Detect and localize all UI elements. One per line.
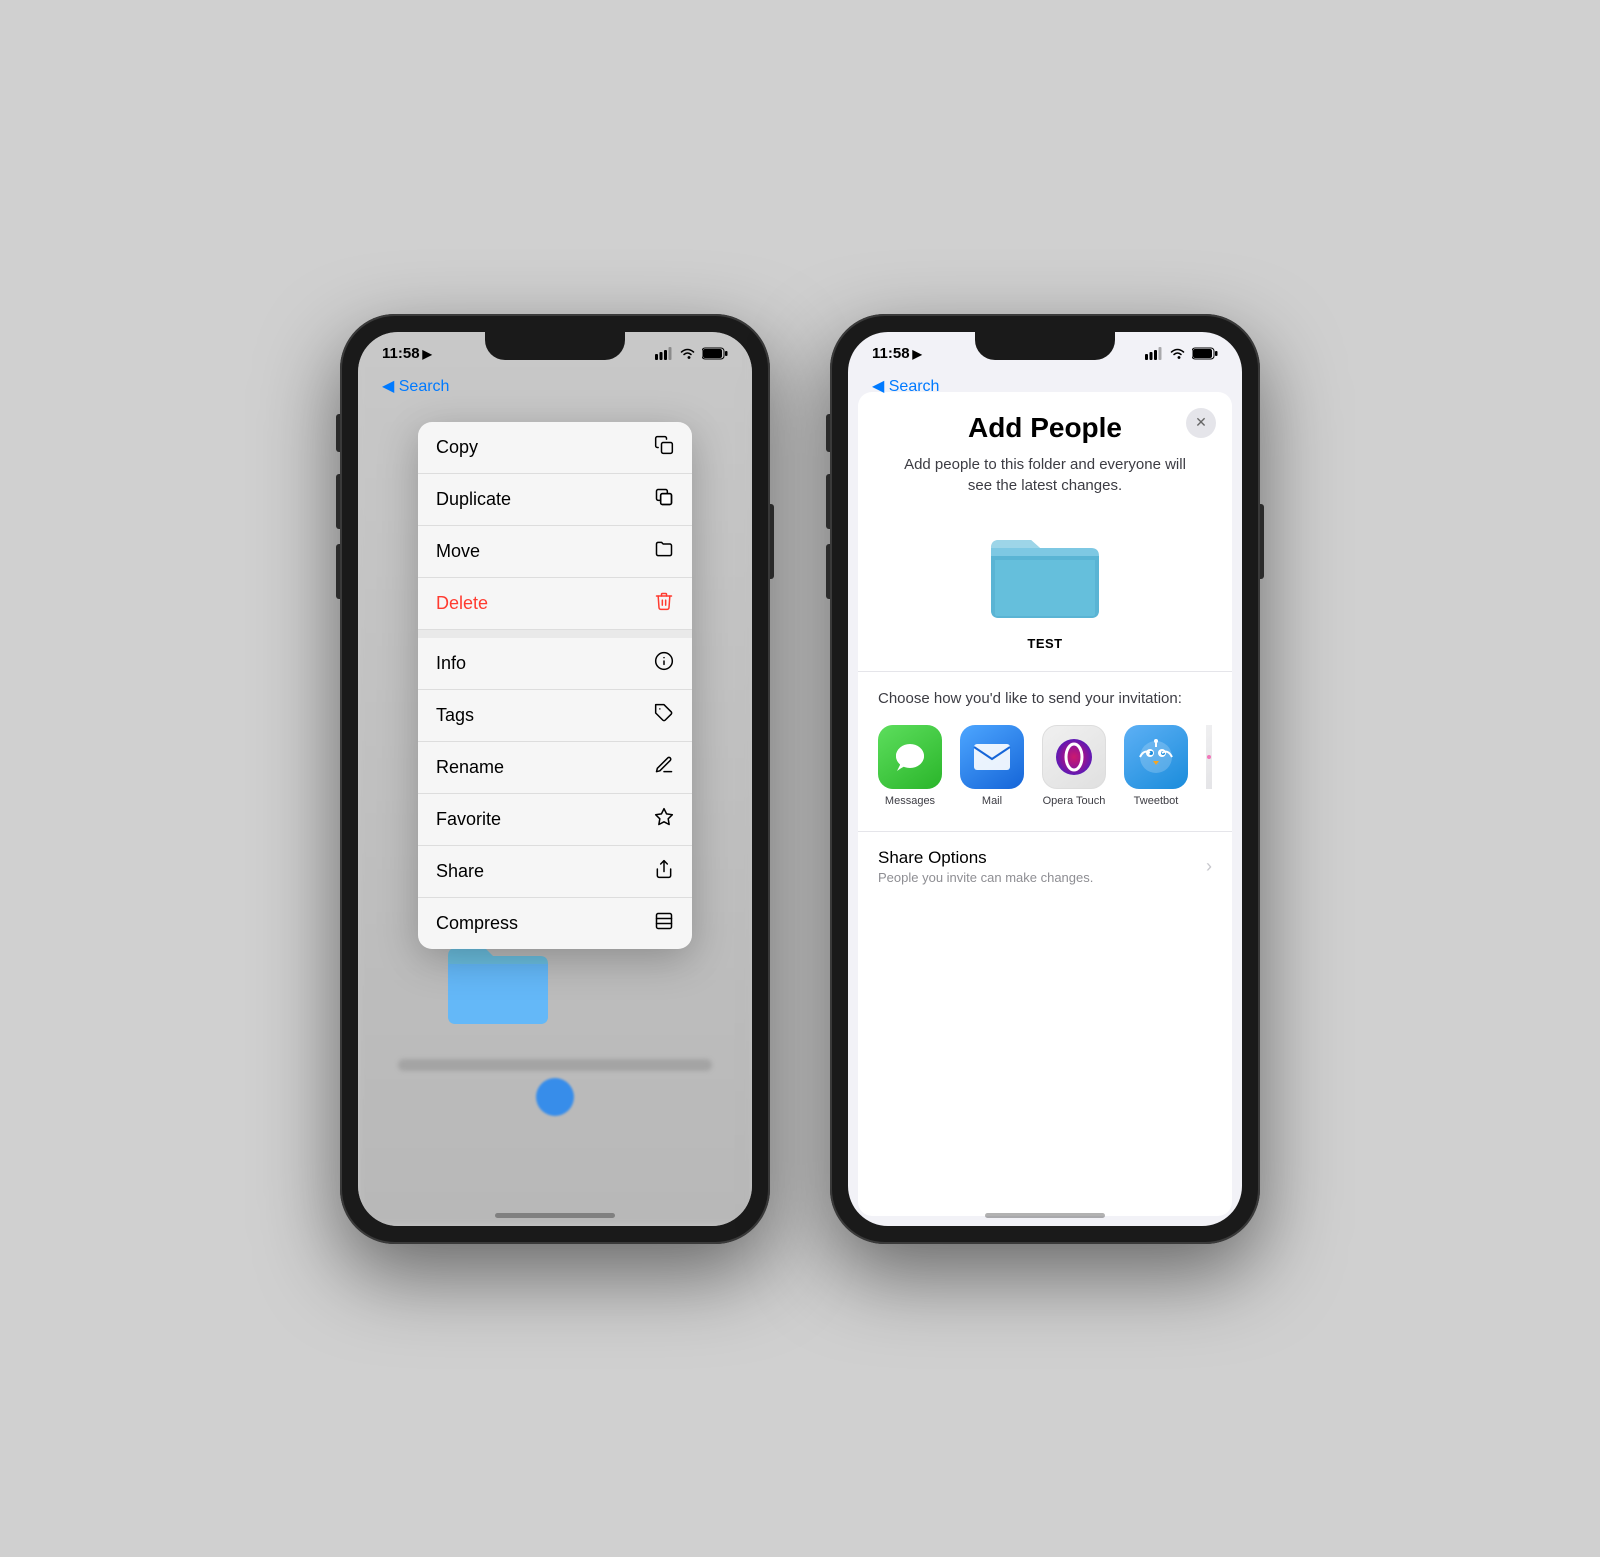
- chevron-right-icon: ›: [1206, 856, 1212, 877]
- share-options-row[interactable]: Share Options People you invite can make…: [858, 831, 1232, 901]
- favorite-icon: [654, 807, 674, 832]
- app-item-opera[interactable]: Opera Touch: [1042, 725, 1106, 807]
- messages-label: Messages: [885, 795, 935, 807]
- status-time-1: 11:58 ▶: [382, 345, 432, 362]
- background-folder: [443, 936, 553, 1031]
- messages-svg: [892, 739, 928, 775]
- menu-divider: [418, 630, 692, 638]
- menu-item-delete[interactable]: Delete: [418, 578, 692, 629]
- copy-icon: [654, 435, 674, 460]
- menu-item-compress[interactable]: Compress: [418, 898, 692, 949]
- home-indicator-2: [985, 1213, 1105, 1218]
- tweetbot-svg: [1134, 735, 1178, 779]
- volume-down-button[interactable]: [336, 544, 340, 599]
- wifi-icon-2: [1169, 347, 1186, 360]
- invite-label: Choose how you'd like to send your invit…: [878, 688, 1212, 709]
- sheet-subtitle: Add people to this folder and everyone w…: [878, 454, 1212, 496]
- location-icon-1: ▶: [423, 347, 432, 361]
- back-nav-1[interactable]: ◀ Search: [382, 376, 449, 396]
- volume-up-button-2[interactable]: [826, 474, 830, 529]
- volume-up-button[interactable]: [336, 474, 340, 529]
- sheet-title: Add People: [878, 412, 1212, 444]
- add-people-sheet: ✕ Add People Add people to this folder a…: [858, 392, 1232, 1216]
- share-icon: [654, 859, 674, 884]
- app-item-more[interactable]: [1206, 725, 1212, 789]
- home-indicator-1: [495, 1213, 615, 1218]
- app-item-mail[interactable]: Mail: [960, 725, 1024, 807]
- menu-item-duplicate[interactable]: Duplicate: [418, 474, 692, 526]
- status-time-2: 11:58 ▶: [872, 345, 922, 362]
- notch-2: [975, 332, 1115, 360]
- sheet-header: Add People Add people to this folder and…: [858, 392, 1232, 496]
- blurred-dot: [536, 1078, 574, 1116]
- battery-icon: [702, 347, 728, 360]
- folder-icon-bg: [443, 936, 553, 1026]
- battery-icon-2: [1192, 347, 1218, 360]
- folder-icon-large: [985, 526, 1105, 626]
- location-icon-2: ▶: [913, 347, 922, 361]
- tweetbot-label: Tweetbot: [1134, 795, 1179, 807]
- app-item-tweetbot[interactable]: Tweetbot: [1124, 725, 1188, 807]
- folder-display: TEST: [858, 516, 1232, 671]
- mail-label: Mail: [982, 795, 1002, 807]
- duplicate-icon: [654, 487, 674, 512]
- share-options-subtitle: People you invite can make changes.: [878, 870, 1093, 885]
- blurred-bar: [398, 1059, 712, 1071]
- menu-item-move[interactable]: Move: [418, 526, 692, 578]
- signal-icon-2: [1145, 347, 1163, 360]
- opera-icon: [1042, 725, 1106, 789]
- power-button[interactable]: [770, 504, 774, 579]
- phone-1: 11:58 ▶: [340, 314, 770, 1244]
- compress-icon: [654, 911, 674, 936]
- tweetbot-icon: [1124, 725, 1188, 789]
- phone-2-screen: 11:58 ▶: [848, 332, 1242, 1226]
- back-nav-2[interactable]: ◀ Search: [872, 376, 939, 396]
- invite-section: Choose how you'd like to send your invit…: [858, 672, 1232, 821]
- menu-section-1: Copy Duplicate: [418, 422, 692, 630]
- wifi-icon: [679, 347, 696, 360]
- power-button-2[interactable]: [1260, 504, 1264, 579]
- delete-icon: [654, 591, 674, 616]
- share-options-text: Share Options People you invite can make…: [878, 848, 1093, 885]
- menu-item-tags[interactable]: Tags: [418, 690, 692, 742]
- mail-svg: [973, 743, 1011, 771]
- opera-svg: [1052, 735, 1096, 779]
- menu-item-rename[interactable]: Rename: [418, 742, 692, 794]
- phone-2: 11:58 ▶: [830, 314, 1260, 1244]
- menu-item-favorite[interactable]: Favorite: [418, 794, 692, 846]
- notch: [485, 332, 625, 360]
- tags-icon: [654, 703, 674, 728]
- menu-item-share[interactable]: Share: [418, 846, 692, 898]
- opera-label: Opera Touch: [1043, 795, 1106, 807]
- folder-name: TEST: [1027, 636, 1062, 651]
- menu-item-copy[interactable]: Copy: [418, 422, 692, 474]
- move-icon: [654, 539, 674, 564]
- messages-icon: [878, 725, 942, 789]
- context-menu: Copy Duplicate: [418, 422, 692, 949]
- more-icon: [1206, 725, 1212, 789]
- phone-1-screen: 11:58 ▶: [358, 332, 752, 1226]
- app-item-messages[interactable]: Messages: [878, 725, 942, 807]
- app-row: Messages Mail: [878, 725, 1212, 811]
- more-svg: [1206, 745, 1212, 769]
- status-icons-1: [655, 347, 728, 360]
- info-icon: [654, 651, 674, 676]
- share-options-title: Share Options: [878, 848, 1093, 868]
- silent-button[interactable]: [336, 414, 340, 452]
- menu-item-info[interactable]: Info: [418, 638, 692, 690]
- status-icons-2: [1145, 347, 1218, 360]
- mail-icon: [960, 725, 1024, 789]
- signal-icon: [655, 347, 673, 360]
- rename-icon: [654, 755, 674, 780]
- menu-section-2: Info Tags: [418, 638, 692, 949]
- silent-button-2[interactable]: [826, 414, 830, 452]
- volume-down-button-2[interactable]: [826, 544, 830, 599]
